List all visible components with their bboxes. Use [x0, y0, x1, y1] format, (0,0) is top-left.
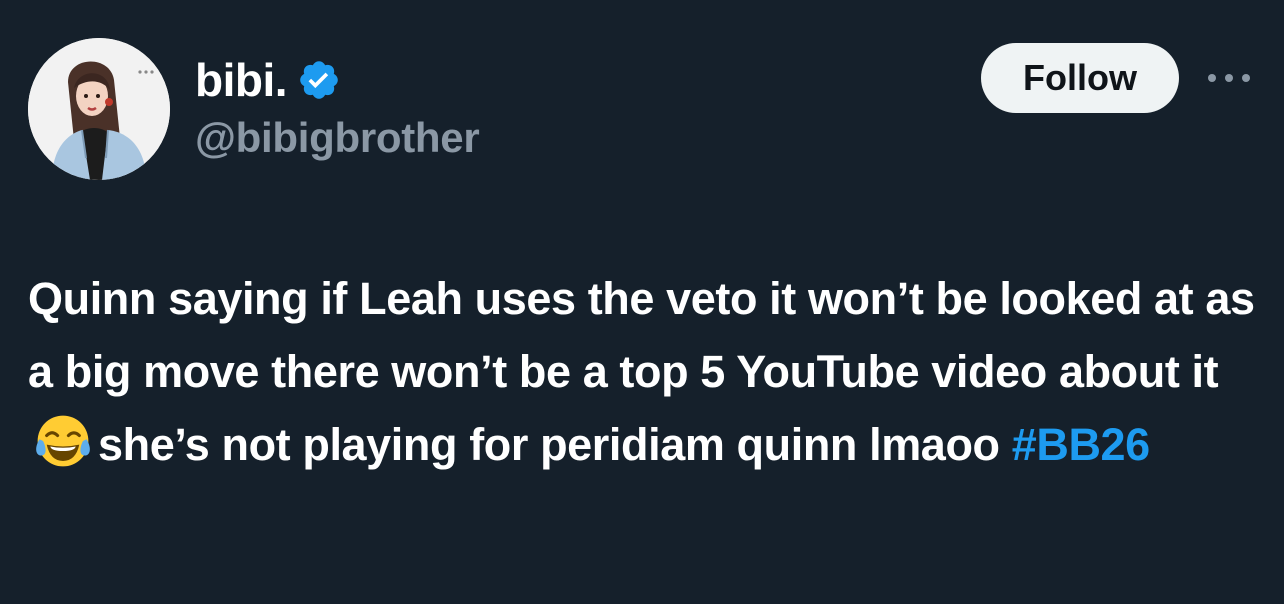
follow-button[interactable]: Follow — [981, 43, 1179, 113]
avatar-illustration-icon — [28, 38, 170, 180]
verified-badge-icon — [297, 58, 341, 102]
more-options-icon — [1208, 74, 1250, 82]
tweet-text-part-1: Quinn saying if Leah uses the veto it wo… — [28, 273, 1255, 397]
display-name[interactable]: bibi. — [195, 53, 288, 107]
hashtag-link[interactable]: #BB26 — [1012, 419, 1150, 470]
more-options-button[interactable] — [1206, 60, 1252, 96]
face-with-tears-of-joy-emoji-icon — [34, 412, 92, 470]
avatar[interactable] — [28, 38, 170, 180]
tweet-text: Quinn saying if Leah uses the veto it wo… — [28, 262, 1268, 481]
user-handle[interactable]: @bibigbrother — [195, 114, 480, 162]
tweet-text-part-2: she’s not playing for peridiam quinn lma… — [98, 419, 1000, 470]
user-name-row[interactable]: bibi. — [195, 52, 341, 108]
